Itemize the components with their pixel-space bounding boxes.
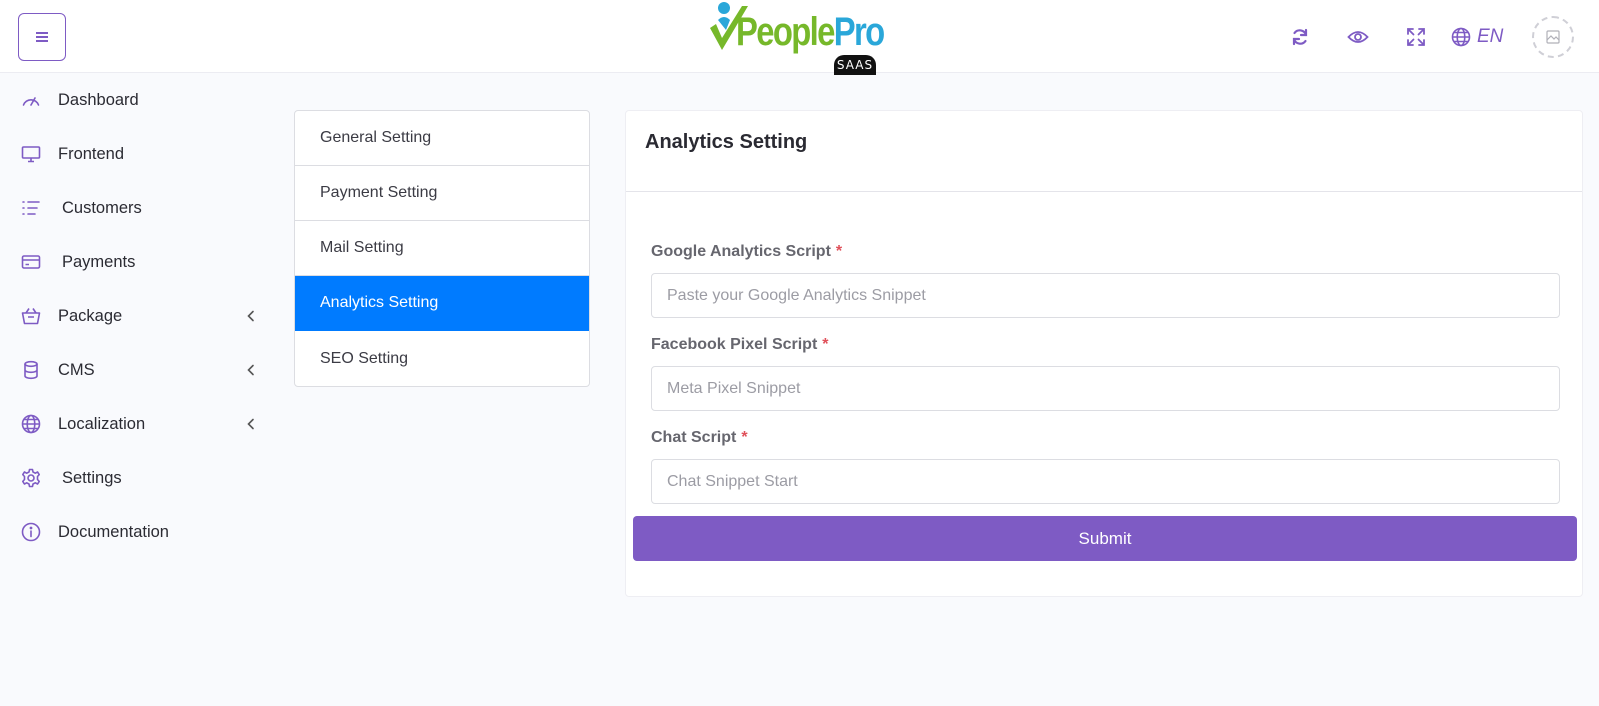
google-analytics-label: Google Analytics Script * xyxy=(651,243,843,260)
brand-logo[interactable]: PeoplePro SAAS xyxy=(706,0,885,75)
submit-button[interactable]: Submit xyxy=(633,516,1577,561)
preview-button[interactable] xyxy=(1346,25,1370,49)
top-header: PeoplePro SAAS EN xyxy=(0,0,1599,75)
brand-badge: SAAS xyxy=(834,55,876,75)
speedometer-icon xyxy=(20,89,42,111)
fullscreen-icon xyxy=(1407,28,1425,46)
menu-toggle-button[interactable] xyxy=(18,13,66,61)
monitor-icon xyxy=(20,143,42,165)
sidebar-item-label: Customers xyxy=(62,199,142,217)
credit-card-icon xyxy=(20,251,42,273)
settings-item-mail[interactable]: Mail Setting xyxy=(295,221,589,276)
sidebar-item-label: Frontend xyxy=(58,145,125,163)
broken-image-icon xyxy=(1546,30,1560,44)
sidebar-item-cms[interactable]: CMS xyxy=(0,344,270,398)
chevron-left-icon xyxy=(247,364,254,376)
eye-icon xyxy=(1347,31,1369,43)
card-title: Analytics Setting xyxy=(645,131,808,153)
sidebar-item-label: Documentation xyxy=(58,523,169,541)
chat-script-label: Chat Script * xyxy=(651,429,748,446)
settings-item-analytics[interactable]: Analytics Setting xyxy=(295,276,589,331)
settings-menu: General Setting Payment Setting Mail Set… xyxy=(294,110,590,387)
brand-wordmark: PeoplePro xyxy=(736,10,885,54)
sidebar: Dashboard Frontend Customers Payments Pa… xyxy=(0,74,270,560)
card-divider xyxy=(626,191,1582,192)
sidebar-item-frontend[interactable]: Frontend xyxy=(0,128,270,182)
settings-item-payment[interactable]: Payment Setting xyxy=(295,166,589,221)
info-icon xyxy=(20,521,42,543)
settings-item-general[interactable]: General Setting xyxy=(295,111,589,166)
chat-script-input[interactable] xyxy=(651,459,1560,504)
sidebar-item-label: Dashboard xyxy=(58,91,139,109)
brand-name-part1: People xyxy=(736,10,835,54)
refresh-button[interactable] xyxy=(1288,25,1312,49)
chevron-left-icon xyxy=(247,418,254,430)
sidebar-item-localization[interactable]: Localization xyxy=(0,398,270,452)
sidebar-item-package[interactable]: Package xyxy=(0,290,270,344)
language-label: EN xyxy=(1477,26,1504,47)
sidebar-item-payments[interactable]: Payments xyxy=(0,236,270,290)
brand-name-part2: Pro xyxy=(833,10,885,54)
list-icon xyxy=(20,197,42,219)
basket-icon xyxy=(20,305,42,327)
facebook-pixel-input[interactable] xyxy=(651,366,1560,411)
chevron-left-icon xyxy=(247,310,254,322)
gear-icon xyxy=(20,467,42,489)
analytics-settings-card: Analytics Setting Google Analytics Scrip… xyxy=(625,110,1583,597)
required-mark: * xyxy=(822,336,829,353)
facebook-pixel-label: Facebook Pixel Script * xyxy=(651,336,829,353)
user-avatar[interactable] xyxy=(1532,16,1574,58)
sidebar-item-label: Localization xyxy=(58,415,146,433)
hamburger-icon xyxy=(36,32,48,42)
language-selector[interactable]: EN xyxy=(1451,25,1503,49)
globe-icon xyxy=(20,413,42,435)
sidebar-item-label: Settings xyxy=(62,469,122,487)
fullscreen-button[interactable] xyxy=(1404,25,1428,49)
refresh-icon xyxy=(1292,28,1308,46)
sidebar-item-label: CMS xyxy=(58,361,95,379)
sidebar-item-customers[interactable]: Customers xyxy=(0,182,270,236)
required-mark: * xyxy=(741,429,748,446)
google-analytics-input[interactable] xyxy=(651,273,1560,318)
database-icon xyxy=(20,359,42,381)
sidebar-item-label: Package xyxy=(58,307,123,325)
settings-item-seo[interactable]: SEO Setting xyxy=(295,331,589,386)
globe-icon xyxy=(1451,27,1471,47)
sidebar-item-dashboard[interactable]: Dashboard xyxy=(0,74,270,128)
required-mark: * xyxy=(835,243,843,260)
sidebar-item-documentation[interactable]: Documentation xyxy=(0,506,270,560)
sidebar-item-settings[interactable]: Settings xyxy=(0,452,270,506)
sidebar-item-label: Payments xyxy=(62,253,136,271)
